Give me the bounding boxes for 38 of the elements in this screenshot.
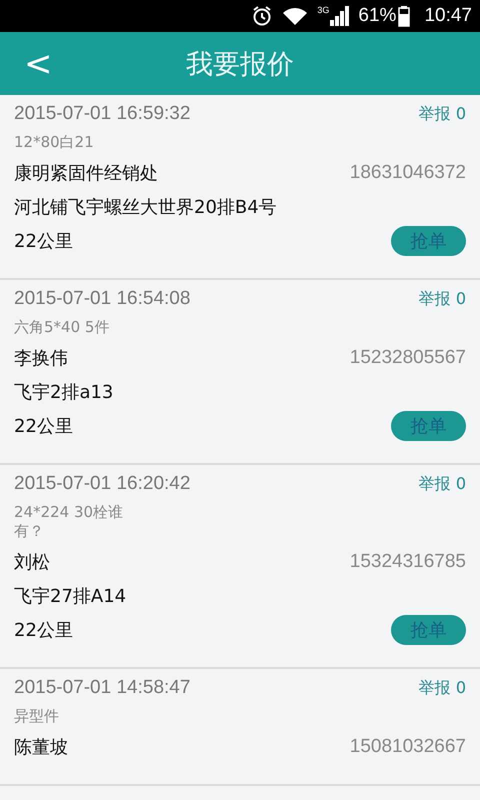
distance-text: 22公里 <box>14 415 73 438</box>
report-link[interactable]: 举报 0 <box>418 474 466 494</box>
seller-name: 刘松 <box>14 551 50 574</box>
address-text: 飞宇2排a13 <box>14 381 114 404</box>
post-time: 2015-07-01 16:59:32 <box>14 103 190 125</box>
phone-number: 18631046372 <box>350 162 466 184</box>
grab-order-button[interactable]: 抢单 <box>391 615 466 645</box>
phone-number: 15081032667 <box>350 736 466 758</box>
address-text: 飞宇27排A14 <box>14 585 126 608</box>
distance-text: 22公里 <box>14 230 73 253</box>
grab-order-button[interactable]: 抢单 <box>391 411 466 441</box>
report-link[interactable]: 举报 0 <box>418 288 466 310</box>
request-note: 12*80白21 <box>14 133 95 152</box>
battery-icon <box>398 5 410 27</box>
report-link[interactable]: 举报 0 <box>418 678 466 698</box>
seller-name: 李换伟 <box>14 347 68 370</box>
address-text: 河北铺飞宇螺丝大世界20排B4号 <box>14 196 277 219</box>
network-label: 3G <box>317 5 330 15</box>
request-note: 异型件 <box>14 707 60 726</box>
request-note: 六角5*40 5件 <box>14 318 110 337</box>
page-title: 我要报价 <box>186 48 294 82</box>
wifi-icon <box>281 5 310 27</box>
distance-text: 22公里 <box>14 619 73 642</box>
phone-number: 15324316785 <box>350 551 466 573</box>
signal-icon <box>330 5 350 27</box>
seller-name: 康明紧固件经销处 <box>14 162 158 185</box>
report-link[interactable]: 举报 0 <box>418 104 466 124</box>
clock-time: 10:47 <box>424 5 472 27</box>
back-button[interactable]: < <box>14 46 62 80</box>
post-time: 2015-07-01 16:20:42 <box>14 473 190 495</box>
post-time: 2015-07-01 14:58:47 <box>14 677 190 699</box>
post-time: 2015-07-01 16:54:08 <box>14 288 190 310</box>
alarm-icon <box>251 5 274 27</box>
request-note: 24*224 30栓谁有？ <box>14 503 124 541</box>
seller-name: 陈董坡 <box>14 736 68 759</box>
grab-order-button[interactable]: 抢单 <box>391 226 466 256</box>
battery-percent: 61% <box>358 5 396 27</box>
phone-number: 15232805567 <box>350 347 466 369</box>
